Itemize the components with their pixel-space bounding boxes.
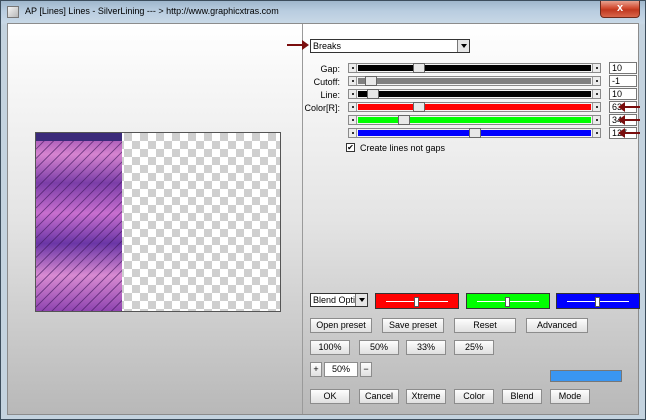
slider-right-button[interactable] bbox=[592, 90, 600, 98]
window-title: AP [Lines] Lines - SilverLining --- > ht… bbox=[25, 6, 279, 16]
slider-left-button[interactable] bbox=[349, 116, 357, 124]
color-b-slider[interactable] bbox=[348, 128, 601, 138]
zoom-25-button[interactable]: 25% bbox=[454, 340, 494, 355]
zoom-50-button[interactable]: 50% bbox=[359, 340, 399, 355]
cutoff-slider[interactable] bbox=[348, 76, 601, 86]
slider-thumb[interactable] bbox=[469, 128, 481, 138]
cancel-button[interactable]: Cancel bbox=[359, 389, 399, 404]
slider-knob[interactable] bbox=[595, 297, 600, 307]
plugin-window: AP [Lines] Lines - SilverLining --- > ht… bbox=[0, 0, 646, 420]
reset-button[interactable]: Reset bbox=[454, 318, 516, 333]
slider-knob[interactable] bbox=[505, 297, 510, 307]
blend-blue-slider[interactable] bbox=[556, 293, 640, 309]
ok-button[interactable]: OK bbox=[310, 389, 350, 404]
slider-right-button[interactable] bbox=[592, 64, 600, 72]
blend-green-slider[interactable] bbox=[466, 293, 550, 309]
title-bar[interactable]: AP [Lines] Lines - SilverLining --- > ht… bbox=[1, 1, 645, 23]
slider-right-button[interactable] bbox=[592, 116, 600, 124]
slider-left-button[interactable] bbox=[349, 64, 357, 72]
color-g-slider[interactable] bbox=[348, 115, 601, 125]
blend-options-dropdown[interactable]: Blend Opti bbox=[310, 293, 368, 307]
blend-options-value: Blend Opti bbox=[313, 295, 356, 305]
slider-thumb[interactable] bbox=[367, 89, 379, 99]
slider-thumb[interactable] bbox=[398, 115, 410, 125]
zoom-value-field[interactable]: 50% bbox=[324, 362, 358, 377]
zoom-100-button[interactable]: 100% bbox=[310, 340, 350, 355]
annotation-arrow-icon bbox=[287, 40, 309, 50]
cutoff-label: Cutoff: bbox=[313, 77, 340, 87]
line-label: Line: bbox=[320, 90, 340, 100]
zoom-in-button[interactable]: + bbox=[310, 362, 322, 377]
slider-right-button[interactable] bbox=[592, 77, 600, 85]
slider-right-button[interactable] bbox=[592, 103, 600, 111]
xtreme-button[interactable]: Xtreme bbox=[406, 389, 446, 404]
chevron-down-icon[interactable] bbox=[457, 40, 469, 52]
mode-dropdown[interactable]: Breaks bbox=[310, 39, 470, 53]
gap-value[interactable]: 10 bbox=[609, 62, 637, 74]
slider-left-button[interactable] bbox=[349, 90, 357, 98]
open-preset-button[interactable]: Open preset bbox=[310, 318, 372, 333]
color-r-label: Color[R]: bbox=[304, 103, 340, 113]
slider-knob[interactable] bbox=[414, 297, 419, 307]
create-lines-checkbox[interactable]: ✔ bbox=[346, 143, 355, 152]
slider-thumb[interactable] bbox=[413, 63, 425, 73]
chevron-down-icon[interactable] bbox=[355, 294, 367, 306]
create-lines-label: Create lines not gaps bbox=[360, 143, 446, 153]
save-preset-button[interactable]: Save preset bbox=[382, 318, 444, 333]
cutoff-value[interactable]: -1 bbox=[609, 75, 637, 87]
slider-track[interactable] bbox=[358, 78, 591, 84]
color-swatch[interactable] bbox=[550, 370, 622, 382]
slider-track[interactable] bbox=[358, 91, 591, 97]
zoom-out-button[interactable]: − bbox=[360, 362, 372, 377]
slider-left-button[interactable] bbox=[349, 129, 357, 137]
close-button[interactable]: x bbox=[600, 1, 640, 18]
slider-left-button[interactable] bbox=[349, 77, 357, 85]
annotation-arrow-icon bbox=[618, 102, 640, 112]
color-button[interactable]: Color bbox=[454, 389, 494, 404]
line-value[interactable]: 10 bbox=[609, 88, 637, 100]
slider-right-button[interactable] bbox=[592, 129, 600, 137]
color-r-slider[interactable] bbox=[348, 102, 601, 112]
gap-slider[interactable] bbox=[348, 63, 601, 73]
mode-dropdown-value: Breaks bbox=[313, 41, 342, 51]
slider-left-button[interactable] bbox=[349, 103, 357, 111]
preview-image bbox=[36, 133, 122, 311]
blend-red-slider[interactable] bbox=[375, 293, 459, 309]
slider-track[interactable] bbox=[358, 104, 591, 110]
blend-button[interactable]: Blend bbox=[502, 389, 542, 404]
dialog-client-area: Breaks Gap: 10 Cutoff: -1 Line: 10 Color… bbox=[7, 23, 640, 415]
slider-thumb[interactable] bbox=[413, 102, 425, 112]
slider-track[interactable] bbox=[358, 117, 591, 123]
annotation-arrow-icon bbox=[618, 128, 640, 138]
app-icon bbox=[7, 6, 19, 18]
mode-button[interactable]: Mode bbox=[550, 389, 590, 404]
zoom-33-button[interactable]: 33% bbox=[406, 340, 446, 355]
slider-track[interactable] bbox=[358, 65, 591, 71]
advanced-button[interactable]: Advanced bbox=[526, 318, 588, 333]
gap-label: Gap: bbox=[320, 64, 340, 74]
line-slider[interactable] bbox=[348, 89, 601, 99]
preview-canvas bbox=[35, 132, 281, 312]
annotation-arrow-icon bbox=[618, 115, 640, 125]
slider-thumb[interactable] bbox=[365, 76, 377, 86]
